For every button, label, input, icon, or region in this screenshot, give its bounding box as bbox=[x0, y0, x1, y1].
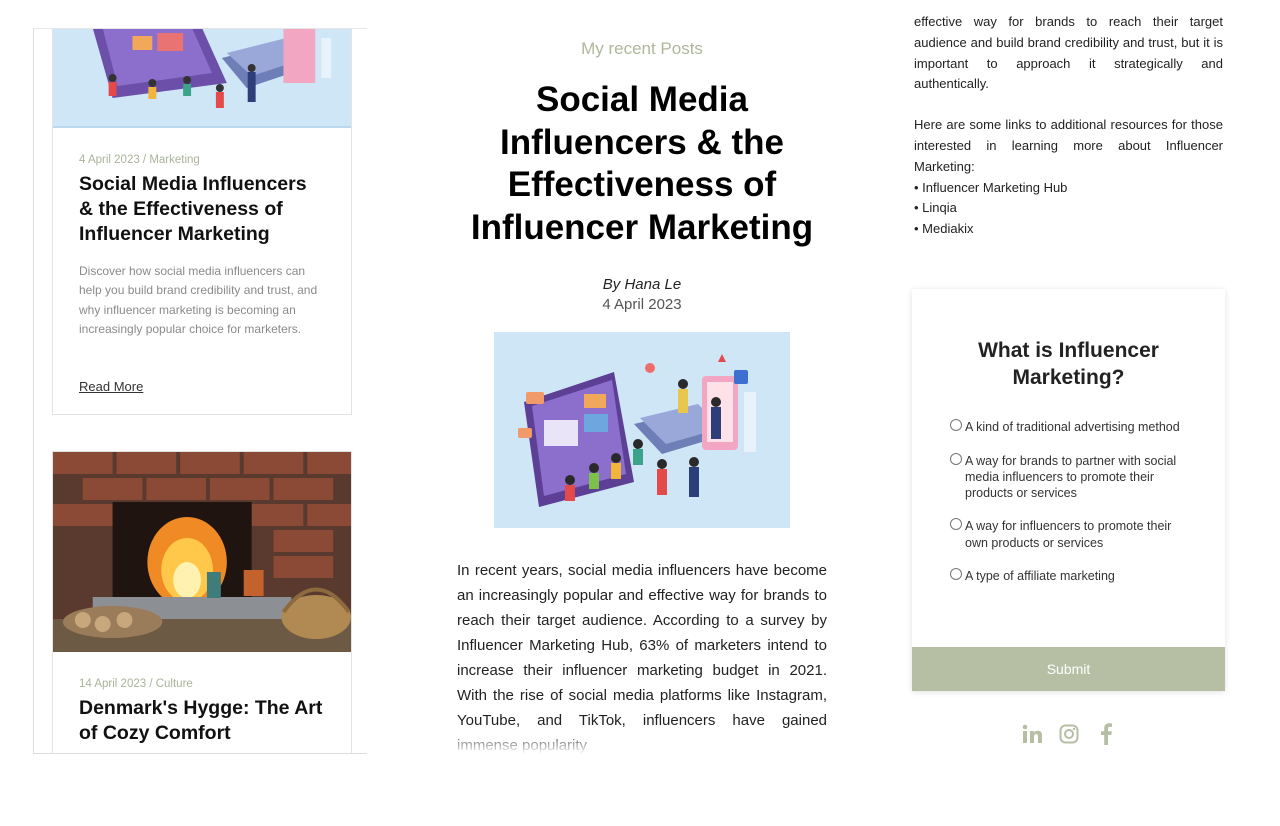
scroll-fade bbox=[424, 730, 860, 754]
article-body: In recent years, social media influencer… bbox=[457, 561, 827, 754]
article-byline: By Hana Le bbox=[602, 275, 682, 293]
resources-list: Influencer Marketing Hub Linqia Mediakix bbox=[914, 178, 1223, 240]
quiz-card: What is Influencer Marketing? A kind of … bbox=[912, 289, 1225, 691]
article-date: 4 April 2023 bbox=[602, 295, 682, 313]
quiz-option[interactable]: A way for influencers to promote their o… bbox=[950, 518, 1189, 551]
resources-intro: Here are some links to additional resour… bbox=[914, 117, 1223, 174]
quiz-title: What is Influencer Marketing? bbox=[978, 339, 1159, 389]
influencer-illustration-thumbnail bbox=[53, 29, 351, 128]
article-continuation: effective way for brands to reach their … bbox=[914, 12, 1223, 240]
influencer-illustration bbox=[494, 331, 790, 528]
section-label: My recent Posts bbox=[581, 39, 703, 58]
social-links bbox=[1021, 722, 1117, 746]
quiz-radio[interactable] bbox=[950, 452, 962, 465]
resource-link[interactable]: Linqia bbox=[914, 198, 1223, 219]
quiz-option-label: A kind of traditional advertising method bbox=[965, 420, 1180, 435]
quiz-radio[interactable] bbox=[950, 518, 962, 531]
submit-button[interactable]: Submit bbox=[912, 647, 1225, 691]
article-title: Social Media Influencers & the Effective… bbox=[470, 80, 814, 248]
post-meta: 14 April 2023 / Culture bbox=[79, 678, 193, 690]
post-meta: 4 April 2023 / Marketing bbox=[79, 154, 200, 166]
quiz-radio[interactable] bbox=[950, 419, 962, 432]
quiz-radio[interactable] bbox=[950, 567, 962, 580]
blog-card[interactable]: 4 April 2023 / Marketing Social Media In… bbox=[52, 29, 352, 415]
card-title[interactable]: Denmark's Hygge: The Art of Cozy Comfort bbox=[79, 696, 325, 746]
blog-list-panel: 4 April 2023 / Marketing Social Media In… bbox=[33, 28, 367, 754]
fireplace-photo bbox=[53, 452, 351, 652]
card-title[interactable]: Social Media Influencers & the Effective… bbox=[79, 172, 325, 246]
quiz-option[interactable]: A kind of traditional advertising method bbox=[950, 419, 1189, 435]
card-excerpt: Discover how social media influencers ca… bbox=[79, 264, 318, 336]
resource-link[interactable]: Mediakix bbox=[914, 219, 1223, 240]
quiz-options: A kind of traditional advertising method… bbox=[950, 419, 1189, 584]
quiz-option-label: A way for influencers to promote their o… bbox=[965, 519, 1172, 550]
linkedin-icon[interactable] bbox=[1021, 722, 1043, 746]
facebook-icon[interactable] bbox=[1095, 722, 1117, 746]
blog-card[interactable]: 14 April 2023 / Culture Denmark's Hygge:… bbox=[52, 451, 352, 753]
conclusion-text: effective way for brands to reach their … bbox=[914, 14, 1223, 92]
instagram-icon[interactable] bbox=[1058, 722, 1080, 746]
read-more-link[interactable]: Read More bbox=[79, 379, 143, 394]
quiz-option-label: A type of affiliate marketing bbox=[965, 568, 1115, 583]
quiz-option[interactable]: A type of affiliate marketing bbox=[950, 567, 1189, 584]
quiz-option[interactable]: A way for brands to partner with social … bbox=[950, 452, 1189, 502]
resource-link[interactable]: Influencer Marketing Hub bbox=[914, 178, 1223, 199]
quiz-option-label: A way for brands to partner with social … bbox=[965, 453, 1177, 501]
article-panel: My recent Posts Social Media Influencers… bbox=[424, 0, 860, 754]
